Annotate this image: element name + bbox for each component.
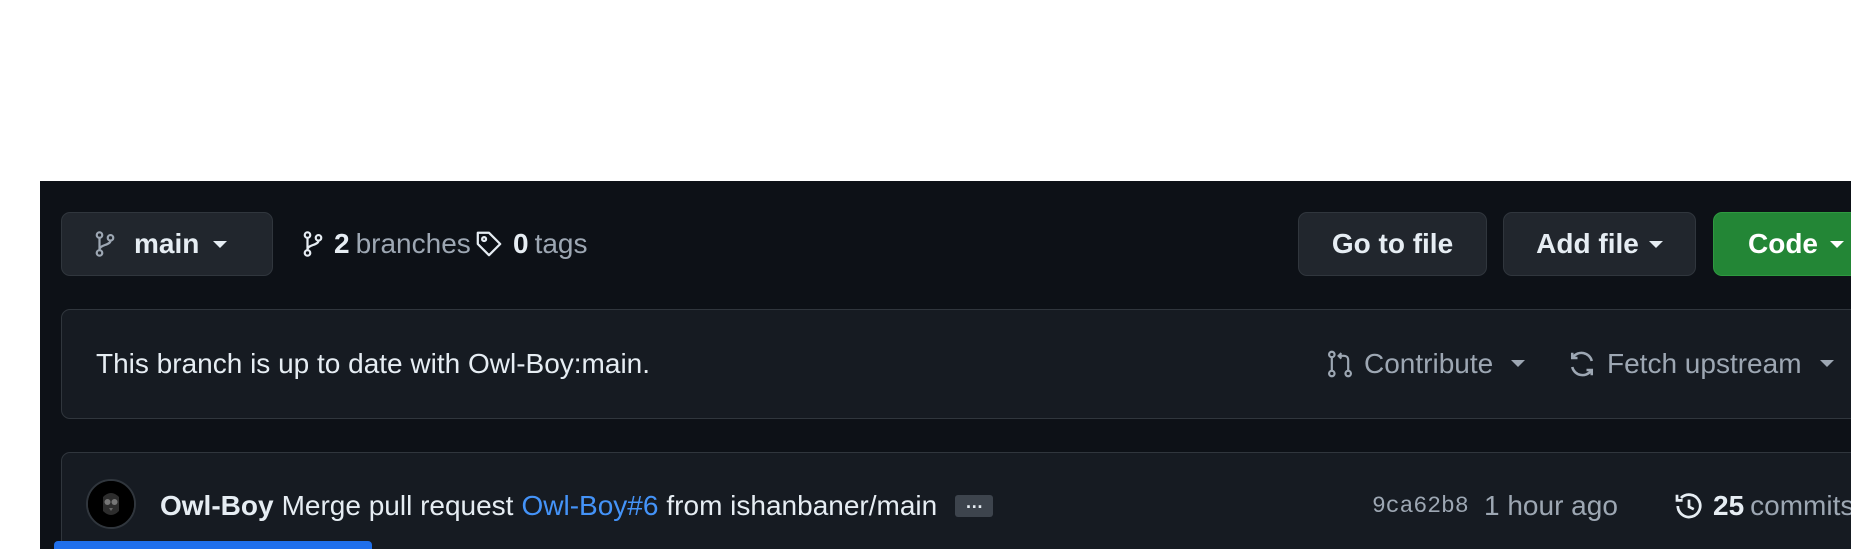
branch-name: main [134, 228, 200, 259]
commit-message-prefix[interactable]: Merge pull request [282, 490, 514, 522]
branch-status-message: This branch is up to date with Owl-Boy:m… [96, 347, 651, 379]
go-to-file-label: Go to file [1331, 228, 1454, 259]
tags-link[interactable]: 0 tags [475, 212, 588, 276]
commit-sha-link[interactable]: 9ca62b8 [1372, 479, 1469, 533]
focus-indicator [54, 541, 372, 549]
chevron-down-icon [1830, 240, 1844, 248]
chevron-down-icon [213, 240, 228, 248]
contribute-dropdown[interactable]: Contribute [1326, 310, 1526, 417]
fetch-upstream-dropdown[interactable]: Fetch upstream [1567, 310, 1834, 417]
add-file-label: Add file [1536, 228, 1639, 259]
git-pull-request-icon [1326, 349, 1354, 379]
expand-commit-message-button[interactable]: … [955, 493, 994, 517]
tags-label: tags [534, 228, 588, 259]
commit-author-link[interactable]: Owl-Boy [160, 490, 274, 522]
fetch-upstream-label: Fetch upstream [1607, 347, 1802, 379]
branch-status-box: This branch is up to date with Owl-Boy:m… [61, 309, 1851, 419]
commits-history-link[interactable]: 25 commits [1673, 479, 1851, 533]
repo-file-navigation: main 2 branches 0 tags Go to file Add fi… [40, 181, 1851, 549]
tag-icon [475, 230, 503, 258]
chevron-down-icon [1511, 360, 1526, 367]
branch-select-button[interactable]: main [61, 212, 273, 276]
commits-label: commits [1750, 490, 1851, 521]
commit-message-suffix[interactable]: from ishanbaner/main [666, 490, 937, 522]
branches-count: 2 [334, 228, 350, 259]
commit-message-line: Owl-Boy Merge pull request Owl-Boy#6 fro… [160, 479, 994, 533]
git-branch-icon [94, 230, 116, 258]
chevron-down-icon [1648, 240, 1663, 248]
avatar[interactable] [86, 479, 136, 529]
latest-commit-box: Owl-Boy Merge pull request Owl-Boy#6 fro… [61, 452, 1851, 549]
chevron-down-icon [1819, 360, 1834, 367]
code-label: Code [1748, 228, 1818, 259]
commits-count: 25 [1713, 490, 1745, 521]
pull-request-link[interactable]: Owl-Boy#6 [521, 490, 658, 522]
contribute-label: Contribute [1364, 347, 1494, 379]
sync-icon [1567, 349, 1597, 379]
commit-time[interactable]: 1 hour ago [1484, 479, 1618, 533]
branches-label: branches [355, 228, 471, 259]
code-button[interactable]: Code [1713, 212, 1851, 276]
add-file-button[interactable]: Add file [1503, 212, 1696, 276]
git-branch-icon [302, 230, 324, 258]
tags-count: 0 [513, 228, 529, 259]
go-to-file-button[interactable]: Go to file [1298, 212, 1487, 276]
history-icon [1673, 490, 1705, 522]
repo-toolbar: main 2 branches 0 tags Go to file Add fi… [40, 212, 1851, 278]
branches-link[interactable]: 2 branches [302, 212, 471, 276]
